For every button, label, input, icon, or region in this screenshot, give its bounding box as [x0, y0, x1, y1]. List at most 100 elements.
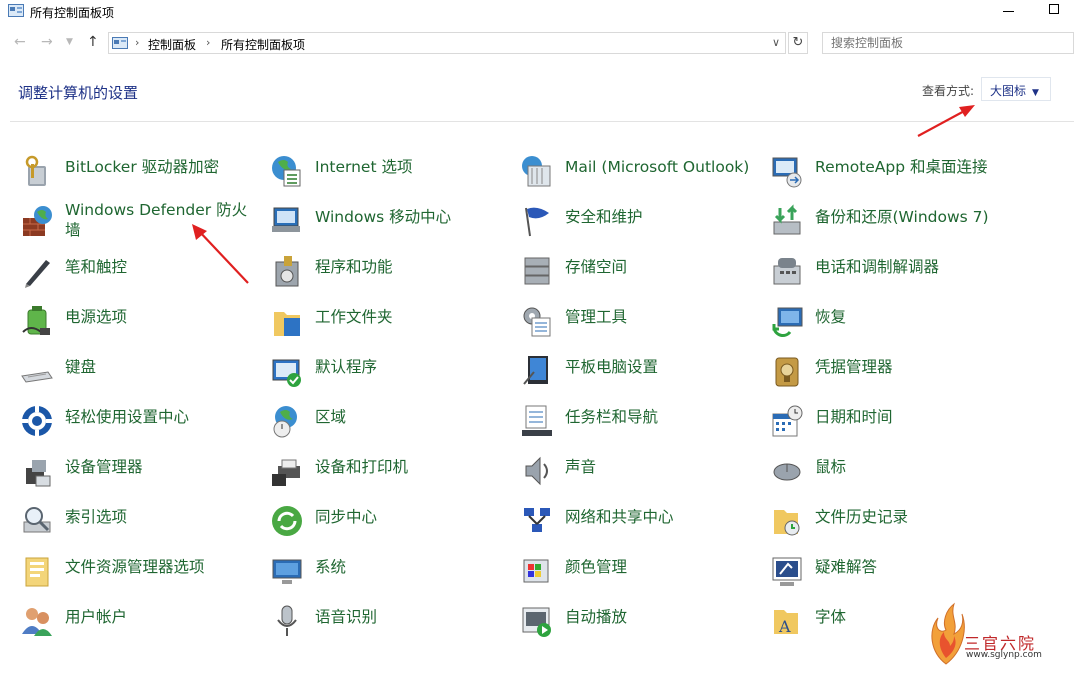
control-panel-item[interactable]: 文件历史记录 [770, 500, 1011, 544]
control-panel-item[interactable]: 用户帐户 [20, 600, 261, 644]
date-time-icon [772, 405, 803, 437]
control-panel-item-label[interactable]: 疑难解答 [815, 550, 1011, 577]
view-by-dropdown[interactable]: 大图标 ▼ [981, 77, 1051, 101]
sound-icon [525, 456, 548, 486]
control-panel-item-label[interactable]: 文件资源管理器选项 [65, 550, 261, 577]
control-panel-item-label[interactable]: 工作文件夹 [315, 300, 511, 327]
control-panel-item[interactable]: 索引选项 [20, 500, 261, 544]
control-panel-item[interactable]: 声音 [520, 450, 761, 494]
control-panel-item[interactable]: 语音识别 [270, 600, 511, 644]
minimize-button[interactable] [1003, 11, 1014, 12]
back-arrow-icon[interactable]: ← [14, 34, 26, 50]
control-panel-item[interactable]: 颜色管理 [520, 550, 761, 594]
control-panel-item[interactable]: 管理工具 [520, 300, 761, 344]
control-panel-icon [8, 4, 24, 17]
search-input[interactable] [822, 32, 1074, 54]
control-panel-item-label[interactable]: 声音 [565, 450, 761, 477]
control-panel-item-label[interactable]: 设备和打印机 [315, 450, 511, 477]
control-panel-item-label[interactable]: 鼠标 [815, 450, 1011, 477]
address-bar[interactable]: › 控制面板 › 所有控制面板项 ∨ [108, 32, 786, 54]
control-panel-item[interactable]: 鼠标 [770, 450, 1011, 494]
control-panel-item[interactable]: 平板电脑设置 [520, 350, 761, 394]
control-panel-item-label[interactable]: 语音识别 [315, 600, 511, 627]
control-panel-item-label[interactable]: 文件历史记录 [815, 500, 1011, 527]
control-panel-item-label[interactable]: 电源选项 [65, 300, 261, 327]
control-panel-item-label[interactable]: RemoteApp 和桌面连接 [815, 150, 1011, 177]
control-panel-item[interactable]: Windows 移动中心 [270, 200, 511, 244]
control-panel-item[interactable]: 笔和触控 [20, 250, 261, 294]
control-panel-item-label[interactable]: 笔和触控 [65, 250, 261, 277]
control-panel-item-label[interactable]: 键盘 [65, 350, 261, 377]
control-panel-item-label[interactable]: 轻松使用设置中心 [65, 400, 261, 427]
control-panel-item-label[interactable]: 网络和共享中心 [565, 500, 761, 527]
control-panel-item[interactable]: 疑难解答 [770, 550, 1011, 594]
control-panel-item[interactable]: 电话和调制解调器 [770, 250, 1011, 294]
control-panel-item-label[interactable]: 任务栏和导航 [565, 400, 761, 427]
control-panel-item[interactable]: 文件资源管理器选项 [20, 550, 261, 594]
up-arrow-icon[interactable]: ↑ [87, 34, 99, 50]
control-panel-item[interactable]: 网络和共享中心 [520, 500, 761, 544]
control-panel-item[interactable]: 设备管理器 [20, 450, 261, 494]
devices-printers-icon [272, 459, 300, 486]
breadcrumb-all-items[interactable]: 所有控制面板项 [221, 36, 305, 53]
control-panel-item-label[interactable]: Mail (Microsoft Outlook) [565, 150, 761, 177]
control-panel-item-label[interactable]: 自动播放 [565, 600, 761, 627]
control-panel-item-label[interactable]: 用户帐户 [65, 600, 261, 627]
control-panel-item[interactable]: 同步中心 [270, 500, 511, 544]
control-panel-item[interactable]: 日期和时间 [770, 400, 1011, 444]
control-panel-item-label[interactable]: 颜色管理 [565, 550, 761, 577]
control-panel-item-label[interactable]: 备份和还原(Windows 7) [815, 200, 1011, 227]
control-panel-item[interactable]: 键盘 [20, 350, 261, 394]
control-panel-item[interactable]: 恢复 [770, 300, 1011, 344]
indexing-icon [23, 507, 51, 533]
control-panel-item-label[interactable]: 同步中心 [315, 500, 511, 527]
control-panel-item-label[interactable]: 电话和调制解调器 [815, 250, 1011, 277]
control-panel-item-label[interactable]: 程序和功能 [315, 250, 511, 277]
control-panel-item[interactable]: Internet 选项 [270, 150, 511, 194]
control-panel-item-label[interactable]: 设备管理器 [65, 450, 261, 477]
control-panel-item[interactable]: 备份和还原(Windows 7) [770, 200, 1011, 244]
control-panel-item-label[interactable]: Windows 移动中心 [315, 200, 511, 227]
title-bar: 所有控制面板项 [0, 0, 1074, 24]
control-panel-item-label[interactable]: 日期和时间 [815, 400, 1011, 427]
control-panel-item-label[interactable]: Windows Defender 防火墙 [65, 200, 261, 240]
control-panel-item-label[interactable]: 恢复 [815, 300, 1011, 327]
refresh-icon[interactable]: ↻ [788, 32, 808, 54]
control-panel-item[interactable]: 程序和功能 [270, 250, 511, 294]
control-panel-item[interactable]: 存储空间 [520, 250, 761, 294]
maximize-button[interactable] [1049, 4, 1059, 14]
control-panel-item[interactable]: Windows Defender 防火墙 [20, 200, 261, 244]
sync-center-icon [272, 506, 302, 536]
control-panel-item-label[interactable]: 平板电脑设置 [565, 350, 761, 377]
control-panel-item[interactable]: 电源选项 [20, 300, 261, 344]
breadcrumb-control-panel[interactable]: 控制面板 [148, 36, 196, 53]
control-panel-item-label[interactable]: 索引选项 [65, 500, 261, 527]
control-panel-item-label[interactable]: 区域 [315, 400, 511, 427]
control-panel-item[interactable]: 安全和维护 [520, 200, 761, 244]
control-panel-item[interactable]: 自动播放 [520, 600, 761, 644]
control-panel-item-label[interactable]: 存储空间 [565, 250, 761, 277]
control-panel-item-label[interactable]: 安全和维护 [565, 200, 761, 227]
control-panel-item[interactable]: 任务栏和导航 [520, 400, 761, 444]
control-panel-item[interactable]: 设备和打印机 [270, 450, 511, 494]
control-panel-item[interactable]: 区域 [270, 400, 511, 444]
control-panel-item[interactable]: 轻松使用设置中心 [20, 400, 261, 444]
control-panel-item-label[interactable]: 管理工具 [565, 300, 761, 327]
control-panel-item[interactable]: 工作文件夹 [270, 300, 511, 344]
control-panel-item[interactable]: BitLocker 驱动器加密 [20, 150, 261, 194]
recent-locations-chevron-icon[interactable]: ▼ [66, 34, 73, 50]
forward-arrow-icon[interactable]: → [41, 34, 53, 50]
control-panel-item[interactable]: 默认程序 [270, 350, 511, 394]
control-panel-item[interactable]: Mail (Microsoft Outlook) [520, 150, 761, 194]
control-panel-item-label[interactable]: 凭据管理器 [815, 350, 1011, 377]
breadcrumb-separator-icon[interactable]: › [206, 36, 210, 49]
control-panel-item-label[interactable]: 默认程序 [315, 350, 511, 377]
control-panel-item-label[interactable]: 系统 [315, 550, 511, 577]
control-panel-item[interactable]: 系统 [270, 550, 511, 594]
address-dropdown-icon[interactable]: ∨ [772, 36, 780, 49]
control-panel-item[interactable]: RemoteApp 和桌面连接 [770, 150, 1011, 194]
control-panel-item-label[interactable]: Internet 选项 [315, 150, 511, 177]
control-panel-item[interactable]: 凭据管理器 [770, 350, 1011, 394]
breadcrumb-separator-icon[interactable]: › [135, 36, 139, 49]
control-panel-item-label[interactable]: BitLocker 驱动器加密 [65, 150, 261, 177]
